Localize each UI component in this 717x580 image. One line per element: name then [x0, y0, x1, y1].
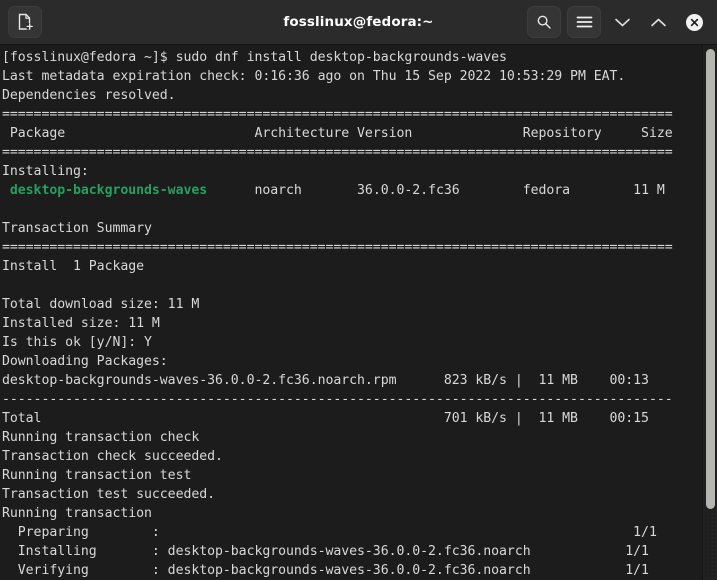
terminal-output[interactable]: [fosslinux@fedora ~]$ sudo dnf install d… — [0, 45, 717, 580]
terminal-line: Running transaction — [2, 506, 152, 521]
search-button[interactable] — [527, 6, 561, 38]
terminal-line: Installing : desktop-backgrounds-waves-3… — [2, 544, 649, 559]
terminal-line: Package Architecture Version Repository … — [2, 126, 673, 141]
terminal-line: Transaction Summary — [2, 221, 152, 236]
terminal-body[interactable]: [fosslinux@fedora ~]$ sudo dnf install d… — [0, 45, 717, 580]
terminal-line: ========================================… — [2, 145, 673, 160]
titlebar-left-group — [8, 6, 42, 38]
main-menu-button[interactable] — [567, 6, 601, 38]
close-x-glyph — [690, 18, 698, 26]
terminal-line: Preparing : 1/1 — [2, 525, 657, 540]
new-tab-button[interactable] — [8, 6, 42, 38]
package-name-highlight: desktop-backgrounds-waves — [9, 183, 208, 198]
scroll-up-button[interactable] — [643, 6, 673, 38]
terminal-line: Transaction test succeeded. — [2, 487, 216, 502]
terminal-line: Installed size: 11 M — [2, 316, 160, 331]
terminal-scrollbar[interactable] — [702, 45, 717, 580]
close-button[interactable] — [679, 6, 709, 38]
hamburger-menu-icon — [576, 16, 592, 28]
terminal-line: Total download size: 11 M — [2, 297, 200, 312]
terminal-line: [fosslinux@fedora ~]$ sudo dnf install d… — [2, 50, 507, 65]
scroll-down-button[interactable] — [607, 6, 637, 38]
titlebar-right-group — [527, 6, 709, 38]
terminal-line: ----------------------------------------… — [2, 392, 673, 407]
scrollbar-thumb[interactable] — [706, 49, 715, 509]
chevron-up-icon — [650, 18, 666, 26]
terminal-line: Transaction check succeeded. — [2, 449, 223, 464]
terminal-line: Last metadata expiration check: 0:16:36 … — [2, 69, 626, 84]
chevron-down-icon — [614, 18, 630, 26]
terminal-line: Dependencies resolved. — [2, 88, 176, 103]
terminal-line: Installing: — [2, 164, 89, 179]
terminal-line: Is this ok [y/N]: Y — [2, 335, 152, 350]
terminal-line: ========================================… — [2, 240, 673, 255]
title-bar: fosslinux@fedora:~ — [0, 0, 717, 45]
terminal-line: Verifying : desktop-backgrounds-waves-36… — [2, 563, 649, 578]
terminal-line: Install 1 Package — [2, 259, 145, 274]
terminal-line: Total 701 kB/s | 11 MB 00:15 — [2, 411, 649, 426]
search-icon — [537, 15, 551, 29]
terminal-line: desktop-backgrounds-waves-36.0.0-2.fc36.… — [2, 373, 649, 388]
close-icon — [685, 13, 703, 31]
terminal-line: Running transaction check — [2, 430, 200, 445]
terminal-line: Downloading Packages: — [2, 354, 168, 369]
terminal-line: ========================================… — [2, 107, 673, 122]
new-document-icon — [18, 13, 33, 30]
terminal-line: Running transaction test — [2, 468, 192, 483]
terminal-window: fosslinux@fedora:~ [fosslinux@fedora ~]$… — [0, 0, 717, 580]
terminal-line: desktop-backgrounds-waves noarch 36.0.0-… — [9, 183, 665, 198]
